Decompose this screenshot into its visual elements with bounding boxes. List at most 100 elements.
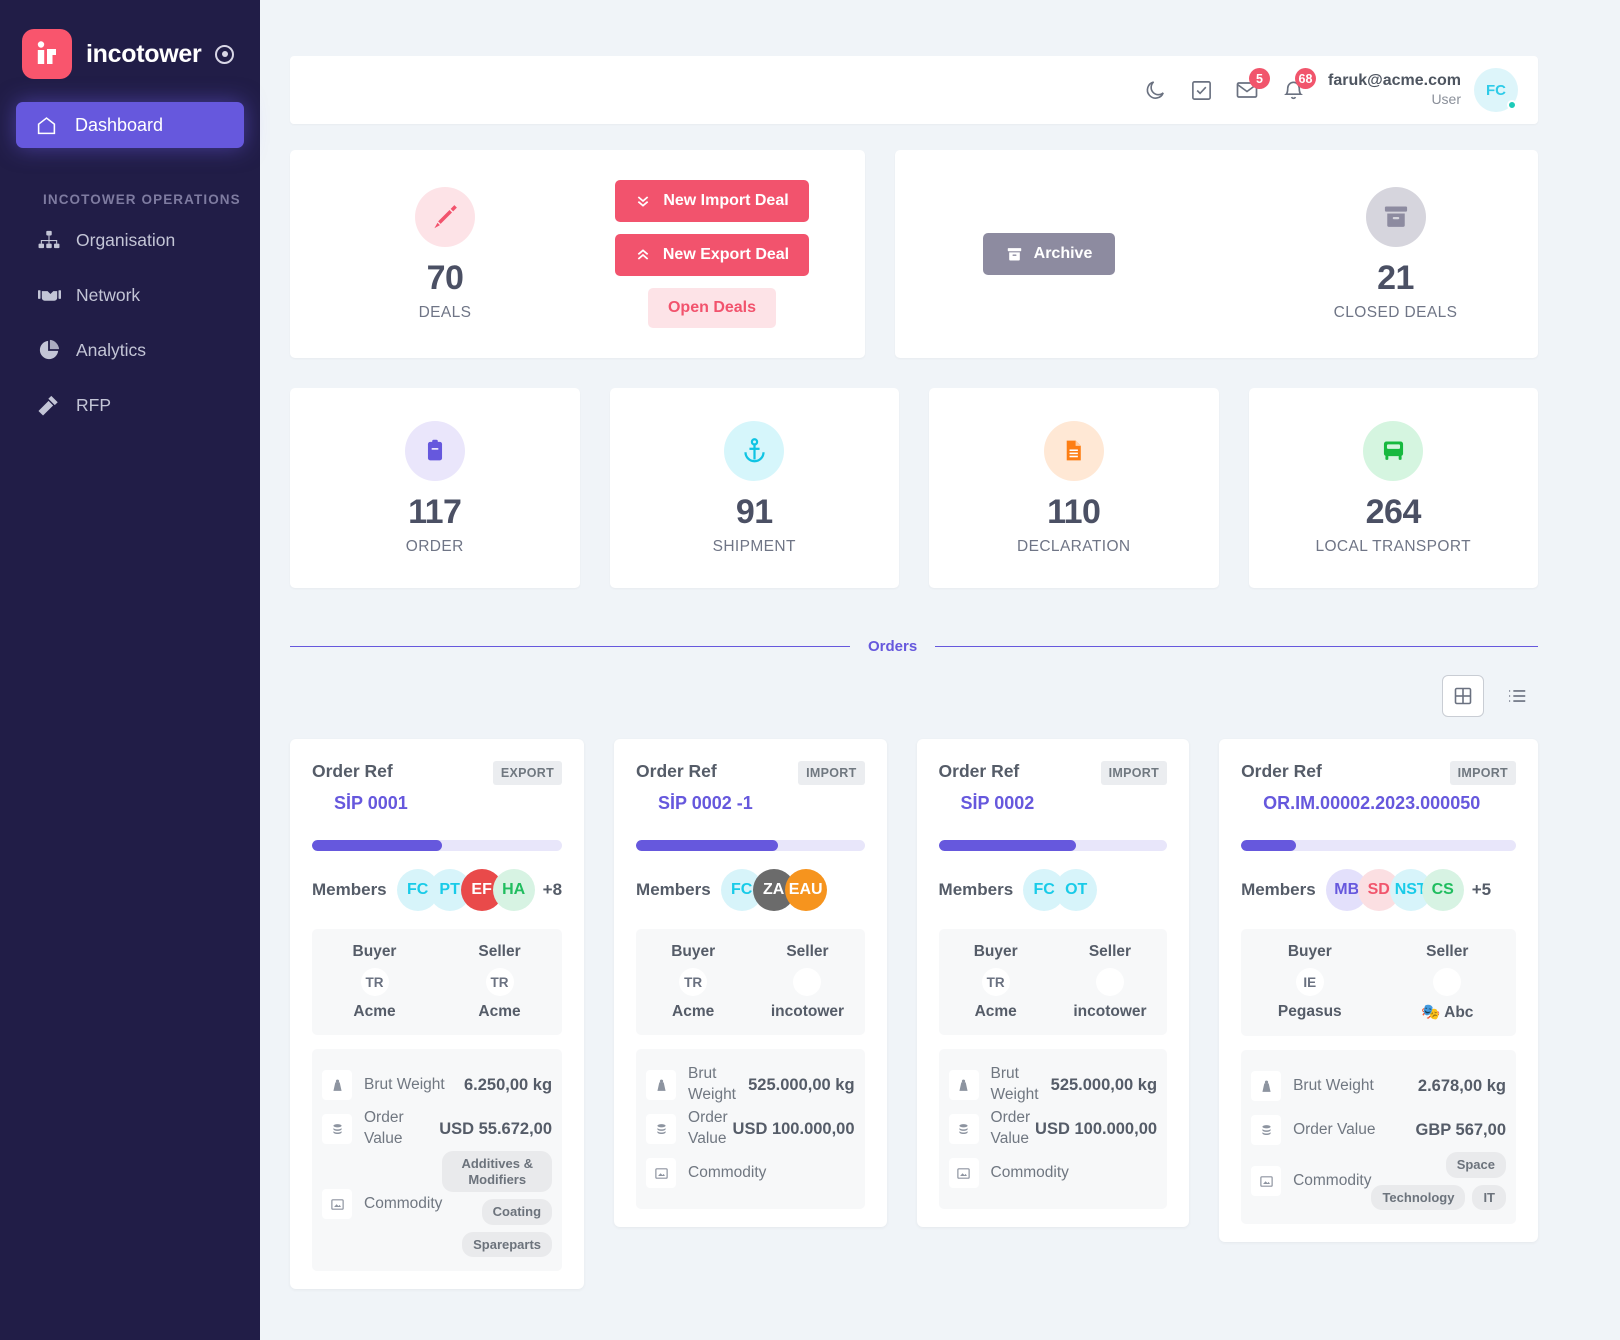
order-progress-bar	[1241, 840, 1516, 851]
commodity-tag[interactable]: Additives & Modifiers	[442, 1151, 553, 1193]
order-value-label: Order Value	[364, 1109, 404, 1147]
member-avatar[interactable]: HA	[492, 869, 535, 911]
archive-label: Archive	[1033, 245, 1093, 262]
order-ref-value[interactable]: SİP 0001	[334, 793, 562, 814]
stat-label: DECLARATION	[1017, 537, 1131, 555]
order-progress-bar	[312, 840, 563, 851]
moon-icon[interactable]	[1142, 77, 1168, 103]
divider-line-right	[935, 646, 1538, 647]
member-avatar[interactable]: EAU	[784, 869, 827, 911]
buyer-name: Acme	[353, 1003, 396, 1020]
order-members: Members FC OT	[939, 869, 1168, 911]
stats-row: 117 ORDER 91 SHIPMENT 110 DECLARATION 26…	[290, 388, 1538, 588]
order-ref-value[interactable]: SİP 0002	[961, 793, 1168, 814]
brut-weight-row: Brut Weight 2.678,00 kg	[1251, 1064, 1506, 1108]
grid-view-icon[interactable]	[1442, 675, 1484, 717]
order-card[interactable]: Order Ref IMPORT SİP 0002 -1 Members FC Z…	[614, 739, 887, 1227]
order-ref-value[interactable]: OR.IM.00002.2023.000050	[1263, 793, 1516, 814]
seller-name: 🎭 Abc	[1421, 1004, 1474, 1021]
user-info[interactable]: faruk@acme.com User	[1328, 71, 1461, 109]
sidebar-item-dashboard[interactable]: Dashboard	[16, 102, 244, 148]
checkbox-icon[interactable]	[1188, 77, 1214, 103]
commodity-tag[interactable]: Coating	[481, 1199, 553, 1225]
new-export-deal-button[interactable]: New Export Deal	[615, 234, 809, 276]
seller-name: incotower	[1073, 1003, 1147, 1020]
brut-weight-label: Brut Weight	[990, 1065, 1039, 1103]
clipboard-icon	[404, 420, 465, 481]
member-avatar[interactable]: CS	[1421, 869, 1464, 911]
closed-deals-count: 21	[1377, 258, 1414, 297]
order-value-label: Order Value	[1293, 1120, 1376, 1138]
seller-block: Seller incotower	[1053, 943, 1167, 1021]
stat-card-order[interactable]: 117 ORDER	[290, 388, 580, 588]
order-ref-label: Order Ref	[938, 761, 1020, 781]
stat-count: 110	[1047, 492, 1101, 531]
buyer-name: Acme	[672, 1003, 715, 1020]
buyer-block: Buyer TR Acme	[636, 943, 750, 1021]
bell-icon[interactable]: 68	[1280, 68, 1316, 103]
members-more-count[interactable]: +5	[1472, 880, 1491, 900]
sidebar-item-rfp[interactable]: RFP	[0, 383, 260, 427]
handshake-icon	[36, 286, 62, 304]
order-type-badge: IMPORT	[1449, 761, 1516, 785]
order-card[interactable]: Order Ref EXPORT SİP 0001 Members FC PT EF…	[290, 739, 585, 1290]
weight-icon	[646, 1070, 677, 1100]
commodity-row: Commodity Space Technology IT	[1251, 1152, 1506, 1211]
sidebar-item-analytics[interactable]: Analytics	[0, 328, 260, 372]
image-icon	[948, 1158, 979, 1188]
brut-weight-label: Brut Weight	[1293, 1076, 1374, 1094]
members-more-count[interactable]: +8	[543, 880, 562, 900]
order-value-row: Order Value USD 100.000,00	[646, 1107, 855, 1151]
order-card-header: Order Ref EXPORT	[312, 761, 563, 785]
seller-label: Seller	[478, 943, 521, 960]
order-ref-value[interactable]: SİP 0002 -1	[658, 793, 865, 814]
avatar[interactable]: FC	[1474, 68, 1518, 112]
sidebar-item-network[interactable]: Network	[0, 273, 260, 317]
commodity-value: Additives & Modifiers Coating Spareparts	[442, 1151, 553, 1258]
commodity-tag[interactable]: Spareparts	[462, 1231, 553, 1258]
image-icon	[646, 1158, 677, 1188]
commodity-tag[interactable]: Technology	[1371, 1184, 1466, 1211]
image-icon	[322, 1189, 352, 1220]
commodity-label: Commodity	[688, 1163, 767, 1181]
stat-count: 117	[408, 492, 462, 531]
sidebar-item-label: Network	[76, 284, 141, 305]
commodity-row: Commodity Additives & Modifiers Coating Sp…	[322, 1151, 553, 1258]
archive-button[interactable]: Archive	[983, 233, 1115, 275]
order-ref-label: Order Ref	[636, 761, 717, 781]
brut-weight-row: Brut Weight 525.000,00 kg	[646, 1063, 855, 1107]
closed-deals-stat: 21 CLOSED DEALS	[1313, 186, 1478, 322]
order-type-badge: EXPORT	[492, 761, 563, 785]
brut-weight-row: Brut Weight 6.250,00 kg	[322, 1063, 552, 1107]
buyer-seller-block: Buyer TR Acme Seller TR Acme	[312, 929, 563, 1035]
sidebar: incotower Dashboard INCOTOWER OPERATIONS	[0, 0, 260, 1340]
document-icon	[1043, 420, 1104, 481]
commodity-row: Commodity	[646, 1151, 855, 1195]
commodity-tag[interactable]: Space	[1445, 1152, 1506, 1178]
seller-label: Seller	[1088, 943, 1132, 960]
buyer-country: TR	[679, 968, 708, 996]
target-circle-icon[interactable]	[215, 44, 235, 64]
order-card[interactable]: Order Ref IMPORT OR.IM.00002.2023.000050…	[1219, 739, 1538, 1243]
order-progress-bar	[636, 840, 865, 851]
seller-label: Seller	[1426, 943, 1469, 960]
new-import-deal-button[interactable]: New Import Deal	[615, 180, 809, 222]
deals-row: 70 DEALS New Import Deal New Export Deal…	[290, 150, 1538, 358]
mail-icon[interactable]: 5	[1234, 68, 1270, 103]
buyer-name: Pegasus	[1277, 1003, 1342, 1020]
deals-card: 70 DEALS New Import Deal New Export Deal…	[290, 150, 865, 358]
open-deals-button[interactable]: Open Deals	[648, 288, 776, 328]
topbar: 5 68 faruk@acme.com User FC	[290, 56, 1538, 124]
new-export-deal-label: New Export Deal	[662, 246, 790, 263]
commodity-tag[interactable]: IT	[1472, 1184, 1506, 1211]
stat-card-shipment[interactable]: 91 SHIPMENT	[609, 388, 899, 588]
list-view-icon[interactable]	[1496, 675, 1538, 717]
stat-card-local-transport[interactable]: 264 LOCAL TRANSPORT	[1248, 388, 1538, 588]
member-avatar[interactable]: OT	[1055, 869, 1098, 911]
sidebar-item-organisation[interactable]: Organisation	[0, 218, 260, 262]
brand[interactable]: incotower	[0, 0, 260, 86]
brut-weight-value: 525.000,00 kg	[748, 1075, 855, 1094]
order-value-value: GBP 567,00	[1415, 1120, 1506, 1139]
order-card[interactable]: Order Ref IMPORT SİP 0002 Members FC OT B…	[916, 739, 1190, 1227]
stat-card-declaration[interactable]: 110 DECLARATION	[929, 388, 1219, 588]
